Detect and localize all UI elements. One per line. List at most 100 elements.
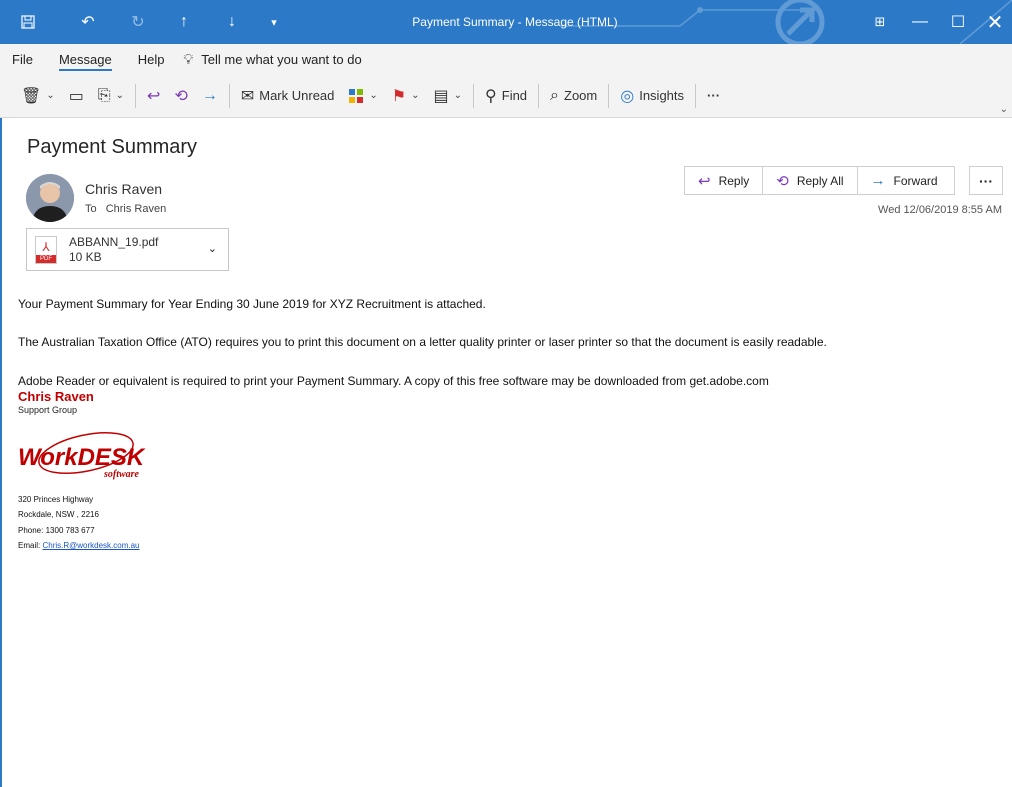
rules-icon: ▤ [433,87,449,105]
message-date: Wed 12/06/2019 8:55 AM [878,204,1002,216]
pdf-file-icon: ⅄ PDF [35,235,57,264]
menu-message[interactable]: Message [46,44,125,74]
lightbulb-icon: 💡︎ [183,50,194,67]
insights-button[interactable]: ◎ Insights [613,81,691,111]
previous-item-icon[interactable]: ↑ [170,0,198,44]
zoom-button[interactable]: ⌕ Zoom [543,81,604,111]
message-subject: Payment Summary [27,136,198,158]
title-bar: ↶ ↻ ↑ ↓ ▾ Payment Summary - Message (HTM… [0,0,1012,44]
archive-icon: ▭ [68,87,84,105]
body-paragraph-3: Adobe Reader or equivalent is required t… [18,374,769,388]
forward-icon: → [201,86,218,104]
mark-unread-button[interactable]: ✉︎ Mark Unread [234,81,342,111]
avatar [26,174,74,222]
find-button[interactable]: ⚲ Find [478,81,534,111]
more-label: ··· [707,88,721,103]
chevron-down-icon: ⌄ [411,90,420,101]
signature-address-line1: 320 Princes Highway [18,495,94,504]
left-accent-line [0,118,2,787]
next-item-icon[interactable]: ↓ [218,0,246,44]
body-paragraph-1: Your Payment Summary for Year Ending 30 … [18,297,486,311]
recipient-name[interactable]: Chris Raven [106,203,167,215]
redo-icon[interactable]: ↻ [124,0,152,44]
signature-email: Email: Chris.R@workdesk.com.au [18,541,140,550]
chevron-down-icon[interactable]: ⌄ [1000,104,1008,115]
phone-label: Phone: [18,526,44,535]
email-link[interactable]: Chris.R@workdesk.com.au [42,541,139,550]
delete-button[interactable]: 🗑︎ ⌄ [14,81,62,111]
more-actions-button[interactable]: ··· [969,166,1003,195]
window-title: Payment Summary - Message (HTML) [412,15,618,29]
move-to-folder-icon: ⎘ [97,86,111,104]
trash-icon: 🗑︎ [21,87,42,105]
ribbon-separator [695,83,697,108]
undo-icon[interactable]: ↶ [74,0,102,44]
menu-help[interactable]: Help [125,44,178,74]
tell-me-box[interactable]: 💡︎ Tell me what you want to do [177,51,361,68]
ribbon-separator [135,83,137,108]
insights-label: Insights [639,88,685,103]
categorize-button[interactable]: ⌄ [341,81,384,111]
rules-button[interactable]: ▤ ⌄ [427,81,470,111]
chevron-down-icon: ⌄ [453,90,463,101]
forward-button[interactable]: → Forward [858,167,954,194]
reply-button[interactable]: ↩ Reply [685,167,764,194]
sender-name[interactable]: Chris Raven [85,181,162,197]
signature-group: Support Group [18,405,78,415]
ribbon-separator [228,83,230,108]
menu-file[interactable]: File [0,44,46,74]
zoom-label: Zoom [564,88,598,103]
svg-text:WorkDESK: WorkDESK [18,444,146,471]
forward-ribbon-button[interactable]: → [195,81,225,111]
ribbon-toolbar: 🗑︎ ⌄ ▭ ⎘ ⌄ ↩ ⟲ → ✉︎ Mark Unread ⌄ ⚑ ⌄ ▤ … [0,74,1012,118]
more-commands-button[interactable]: ··· [700,81,727,111]
search-icon: ⚲ [485,87,497,105]
forward-label: Forward [893,173,938,188]
email-label: Email: [18,541,41,550]
close-icon[interactable]: ✕ [978,0,1012,44]
reply-ribbon-button[interactable]: ↩ [140,81,167,111]
phone-number: 1300 783 677 [45,526,95,535]
reply-all-ribbon-button[interactable]: ⟲ [167,81,194,111]
forward-icon: → [870,172,886,189]
customize-toolbar-icon[interactable]: ▾ [264,0,284,44]
categorize-icon [349,88,364,103]
move-button[interactable]: ⎘ ⌄ [91,81,131,111]
zoom-icon: ⌕ [550,86,560,104]
ribbon-separator [608,83,610,108]
workdesk-logo: WorkDESK software [18,432,146,480]
to-label: To [85,203,97,215]
reply-all-icon: ⟲ [174,87,188,105]
maximize-icon[interactable]: ☐ [942,0,974,44]
recipient-line: To Chris Raven [85,203,166,215]
follow-up-button[interactable]: ⚑ ⌄ [385,81,427,111]
reply-label: Reply [718,173,750,188]
chevron-down-icon: ⌄ [369,90,378,101]
reply-all-button[interactable]: ⟲ Reply All [763,167,858,194]
ribbon-separator [473,83,475,108]
chevron-down-icon: ⌄ [46,90,55,101]
mark-unread-label: Mark Unread [259,88,335,103]
message-actions: ↩ Reply ⟲ Reply All → Forward [684,166,955,195]
svg-text:software: software [103,469,140,480]
attachment-name: ABBANN_19.pdf [69,234,159,249]
signature-address-line2: Rockdale, NSW , 2216 [18,510,99,519]
find-label: Find [501,88,528,103]
reply-all-icon: ⟲ [776,172,789,190]
chevron-down-icon: ⌄ [115,90,125,101]
reply-all-label: Reply All [796,173,844,188]
tell-me-text: Tell me what you want to do [201,51,362,67]
attachment-info: ABBANN_19.pdf 10 KB [69,235,158,265]
signature-name: Chris Raven [18,389,94,404]
envelope-icon: ✉︎ [240,87,255,105]
save-icon[interactable] [14,0,42,44]
attachment-card[interactable]: ⅄ PDF ABBANN_19.pdf 10 KB ⌄ [26,228,229,271]
ribbon-display-options-icon[interactable]: ⊞ [866,0,894,44]
chevron-down-icon[interactable]: ⌄ [208,242,217,255]
archive-button[interactable]: ▭ [62,81,91,111]
signature-phone: Phone: 1300 783 677 [18,526,95,535]
attachment-size: 10 KB [69,249,102,264]
insights-icon: ◎ [620,87,635,105]
minimize-icon[interactable]: — [900,0,940,44]
body-paragraph-2: The Australian Taxation Office (ATO) req… [18,335,827,349]
